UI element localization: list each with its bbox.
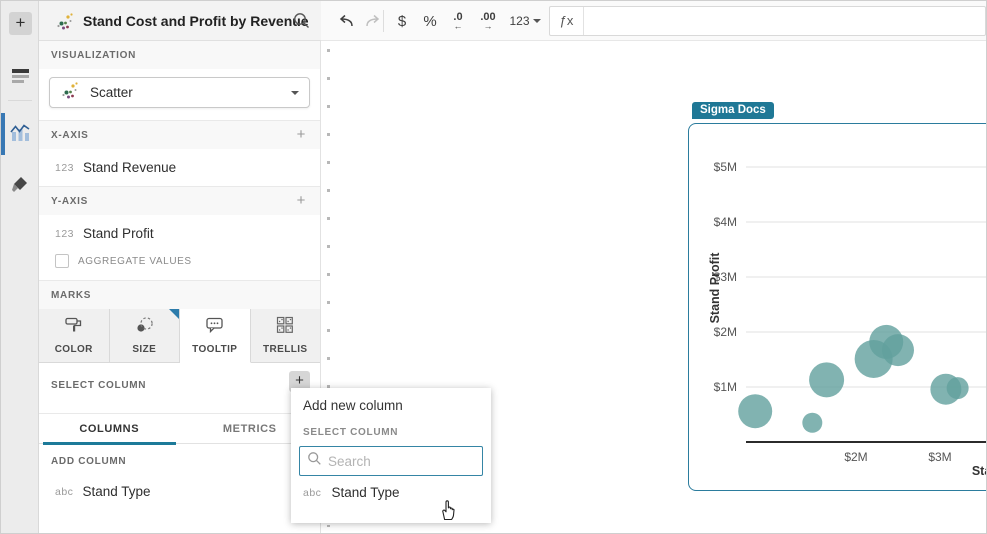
tab-tooltip[interactable]: TOOLTIP [180,309,251,363]
tab-trellis[interactable]: TRELLIS [251,309,321,362]
y-axis-field[interactable]: 123 Stand Profit [39,215,320,252]
select-column-label: SELECT COLUMN [291,421,491,444]
scatter-bubble[interactable] [738,394,772,428]
tab-color[interactable]: COLOR [39,309,110,362]
number-format-dropdown[interactable]: 123 [505,8,545,34]
scatter-bubble[interactable] [947,377,969,399]
formula-bar: ƒx [549,6,986,36]
visualization-section-header: VISUALIZATION [39,41,320,69]
scatter-type-icon [60,80,80,105]
svg-text:$2M: $2M [714,325,737,339]
formula-input[interactable] [584,7,985,35]
rail-divider [8,100,32,101]
aggregate-values-checkbox[interactable] [55,254,69,268]
chart-type-select[interactable]: Scatter [49,77,310,108]
column-search-box [299,446,483,476]
svg-text:$5M: $5M [714,160,737,174]
svg-text:$4M: $4M [714,215,737,229]
visualization-row: Scatter [39,69,320,120]
active-tab-underline [43,442,176,445]
chart-type-value: Scatter [90,85,281,100]
select-column-row: SELECT COLUMN + [39,363,320,405]
visualization-tool-icon[interactable] [10,123,31,148]
marks-section-header: MARKS [39,280,320,309]
aggregate-values-row: AGGREGATE VALUES [39,252,320,280]
x-axis-section-header: X-AXIS + [39,120,320,149]
app-window: + Stand C [0,0,987,534]
size-circles-icon [135,316,154,339]
scatter-chart: $1M$2M$3M$4M$5M$2M$3M$4M$5M$6M [688,123,987,491]
decrease-decimal-button[interactable]: .0← [445,8,471,34]
active-tool-indicator [1,113,5,155]
search-icon [307,451,322,471]
undo-button[interactable] [333,8,359,34]
element-name-badge[interactable]: Sigma Docs [692,102,774,119]
toolbar-divider [383,10,384,32]
mouse-cursor-hand [439,499,458,526]
add-column-popover: Add new column SELECT COLUMN abc Stand T… [291,388,491,523]
svg-text:$1M: $1M [714,380,737,394]
text-type-icon: abc [303,487,321,499]
text-type-icon: abc [55,486,73,498]
search-icon[interactable] [292,11,311,35]
x-axis-title: Stand Revenue [972,464,987,478]
add-new-column-option[interactable]: Add new column [291,388,491,421]
column-option-stand-type[interactable]: abc Stand Type [291,476,491,509]
add-x-axis-column-button[interactable]: + [292,126,310,144]
page-list-icon[interactable] [12,69,29,83]
marks-tab-bar: COLOR SIZE [39,309,320,363]
scatter-bubble[interactable] [802,413,822,433]
scatter-bubble[interactable] [809,362,844,397]
column-search-input[interactable] [328,454,505,469]
add-page-button[interactable]: + [9,12,32,35]
y-axis-title: Stand Profit [708,253,722,324]
tooltip-bubble-icon [205,316,225,339]
chevron-down-icon [533,19,541,23]
left-icon-rail: + [1,1,39,534]
currency-format-button[interactable]: $ [389,8,415,34]
percent-format-button[interactable]: % [417,8,443,34]
number-type-icon: 123 [55,228,74,240]
property-set-badge [169,309,179,319]
scatter-bubble[interactable] [882,334,914,366]
svg-text:$3M: $3M [928,450,951,464]
x-axis-field[interactable]: 123 Stand Revenue [39,149,320,186]
trellis-grid-icon [276,316,294,339]
y-axis-section-header: Y-AXIS + [39,186,320,215]
fx-icon: ƒx [550,7,584,35]
visualization-config-panel: VISUALIZATION Scatter X-AXIS + 12 [39,41,321,534]
add-y-axis-column-button[interactable]: + [292,192,310,210]
chevron-down-icon [291,91,299,95]
number-type-icon: 123 [55,162,74,174]
column-list-item[interactable]: abc Stand Type [39,473,320,510]
format-brush-icon[interactable] [10,176,30,201]
svg-text:$2M: $2M [844,450,867,464]
paint-roller-icon [64,316,83,339]
tab-columns[interactable]: COLUMNS [39,414,180,443]
document-title-bar: Stand Cost and Profit by Revenue [39,1,321,41]
formatting-toolbar: $ % .0← .00→ 123 ƒx [321,1,987,41]
tab-size[interactable]: SIZE [110,309,181,362]
increase-decimal-button[interactable]: .00→ [475,8,501,34]
add-column-header: ADD COLUMN [39,444,320,473]
page-title: Stand Cost and Profit by Revenue [83,13,309,29]
scatter-doc-icon [55,11,75,36]
columns-metrics-tab-bar: COLUMNS METRICS [39,413,320,444]
